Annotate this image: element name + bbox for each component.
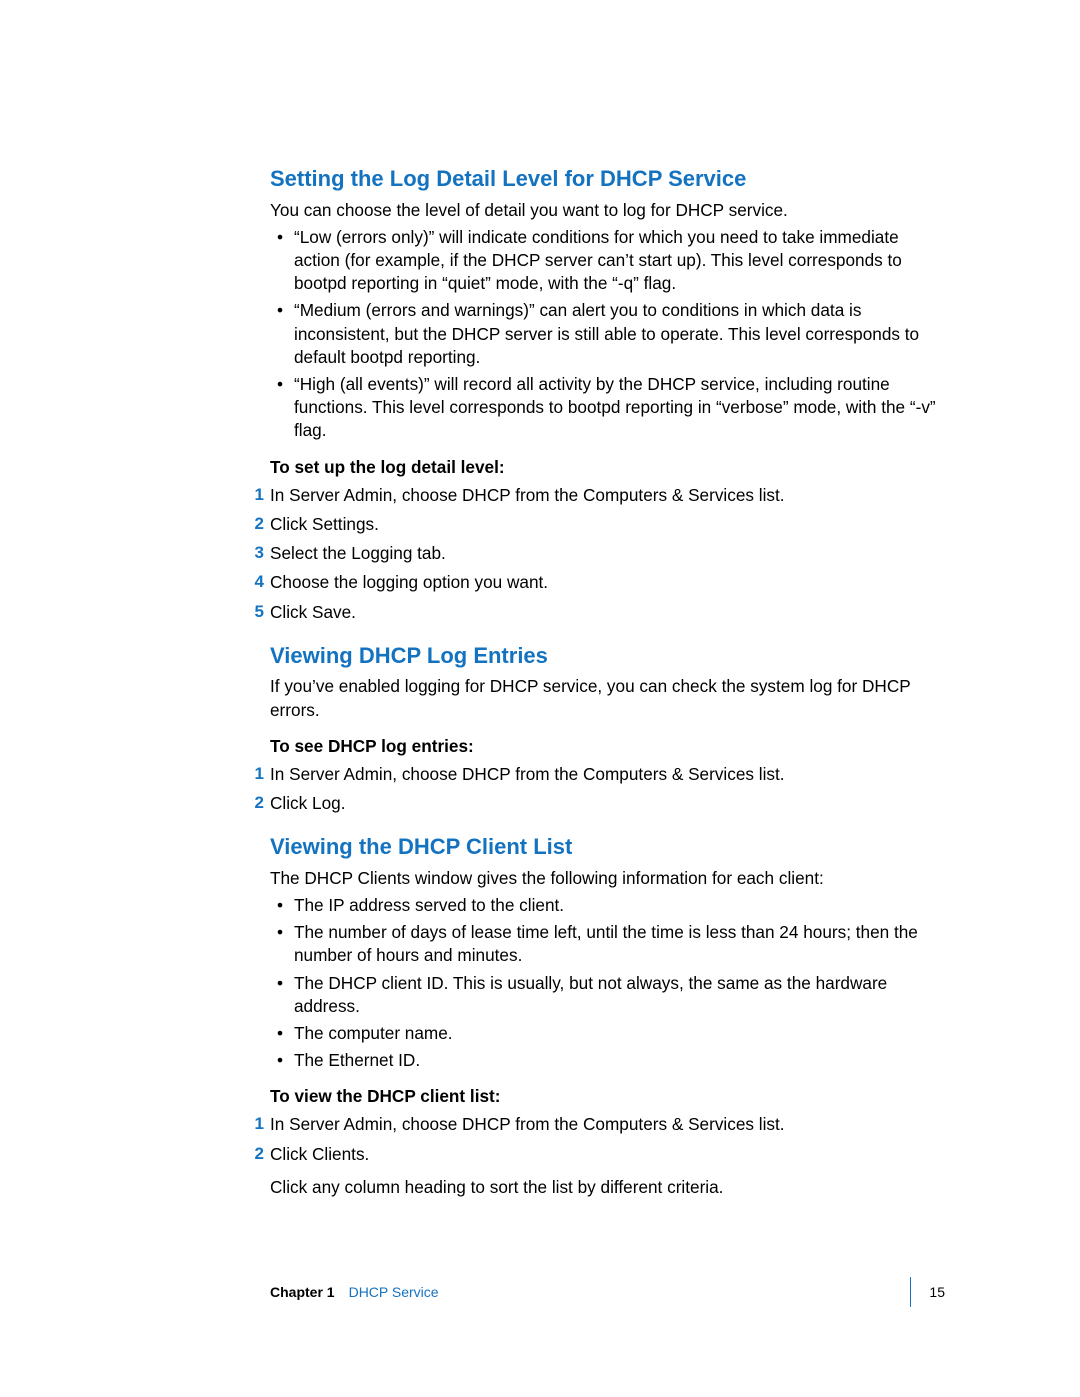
step-item: 1 In Server Admin, choose DHCP from the C… <box>252 484 945 507</box>
step-item: 1 In Server Admin, choose DHCP from the C… <box>252 1113 945 1136</box>
step-text: In Server Admin, choose DHCP from the Co… <box>270 764 785 784</box>
step-text: Click Log. <box>270 793 345 813</box>
step-text: Click Save. <box>270 602 356 622</box>
steps-log-detail: 1 In Server Admin, choose DHCP from the C… <box>252 484 945 624</box>
step-item: 3 Select the Logging tab. <box>252 542 945 565</box>
heading-client-list: Viewing the DHCP Client List <box>270 833 945 861</box>
step-number: 3 <box>252 542 264 565</box>
bullets-log-detail: “Low (errors only)” will indicate condit… <box>270 226 945 443</box>
proc-heading-client-list: To view the DHCP client list: <box>270 1086 945 1107</box>
step-text: Click Clients. <box>270 1144 369 1164</box>
list-item: The IP address served to the client. <box>270 894 945 917</box>
chapter-title: DHCP Service <box>349 1284 439 1300</box>
step-item: 2 Click Clients. <box>252 1143 945 1166</box>
footer-left: Chapter 1 DHCP Service <box>270 1284 439 1300</box>
footer-right: 15 <box>910 1277 945 1307</box>
list-item: “Low (errors only)” will indicate condit… <box>270 226 945 296</box>
list-item: “High (all events)” will record all acti… <box>270 373 945 443</box>
step-number: 4 <box>252 571 264 594</box>
list-item: The number of days of lease time left, u… <box>270 921 945 967</box>
steps-log-entries: 1 In Server Admin, choose DHCP from the C… <box>252 763 945 815</box>
intro-log-detail: You can choose the level of detail you w… <box>270 199 945 222</box>
step-text: In Server Admin, choose DHCP from the Co… <box>270 1114 785 1134</box>
step-number: 1 <box>252 1113 264 1136</box>
step-text: Select the Logging tab. <box>270 543 446 563</box>
step-item: 4 Choose the logging option you want. <box>252 571 945 594</box>
page-footer: Chapter 1 DHCP Service 15 <box>270 1277 945 1307</box>
step-item: 2 Click Log. <box>252 792 945 815</box>
footer-divider <box>910 1277 911 1307</box>
proc-heading-log-detail: To set up the log detail level: <box>270 457 945 478</box>
list-item: The DHCP client ID. This is usually, but… <box>270 972 945 1018</box>
heading-log-entries: Viewing DHCP Log Entries <box>270 642 945 670</box>
proc-heading-log-entries: To see DHCP log entries: <box>270 736 945 757</box>
step-number: 5 <box>252 601 264 624</box>
step-number: 2 <box>252 513 264 536</box>
step-text: In Server Admin, choose DHCP from the Co… <box>270 485 785 505</box>
step-item: 2 Click Settings. <box>252 513 945 536</box>
intro-client-list: The DHCP Clients window gives the follow… <box>270 867 945 890</box>
chapter-label: Chapter 1 <box>270 1284 335 1300</box>
step-number: 1 <box>252 763 264 786</box>
list-item: The Ethernet ID. <box>270 1049 945 1072</box>
step-number: 2 <box>252 1143 264 1166</box>
closing-note: Click any column heading to sort the lis… <box>270 1176 945 1199</box>
step-item: 1 In Server Admin, choose DHCP from the C… <box>252 763 945 786</box>
step-text: Choose the logging option you want. <box>270 572 548 592</box>
list-item: “Medium (errors and warnings)” can alert… <box>270 299 945 369</box>
step-number: 1 <box>252 484 264 507</box>
list-item: The computer name. <box>270 1022 945 1045</box>
heading-log-detail: Setting the Log Detail Level for DHCP Se… <box>270 165 945 193</box>
step-item: 5 Click Save. <box>252 601 945 624</box>
step-number: 2 <box>252 792 264 815</box>
steps-client-list: 1 In Server Admin, choose DHCP from the C… <box>252 1113 945 1165</box>
step-text: Click Settings. <box>270 514 379 534</box>
page-number: 15 <box>929 1284 945 1300</box>
intro-log-entries: If you’ve enabled logging for DHCP servi… <box>270 675 945 721</box>
page-content: Setting the Log Detail Level for DHCP Se… <box>0 0 1080 1199</box>
bullets-client-list: The IP address served to the client. The… <box>270 894 945 1073</box>
